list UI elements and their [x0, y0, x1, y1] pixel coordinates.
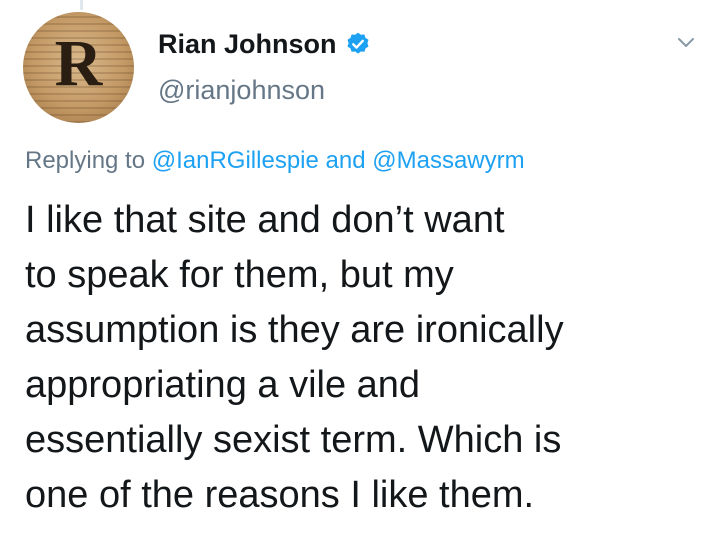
tweet-text-line: I like that site and don’t want: [25, 199, 505, 241]
avatar[interactable]: R: [23, 12, 134, 123]
chevron-down-icon[interactable]: [674, 30, 698, 54]
tweet-text-line: one of the reasons I like them.: [25, 474, 535, 516]
avatar-initial: R: [54, 27, 103, 100]
author-display-name[interactable]: Rian Johnson: [158, 29, 337, 60]
tweet-text-line: essentially sexist term. Which is: [25, 419, 562, 461]
mention-link-2[interactable]: @Massawyrm: [372, 147, 524, 174]
thread-connector-line: [80, 0, 83, 10]
reply-context: Replying to @IanRGillespie and @Massawyr…: [25, 147, 525, 175]
reply-prefix: Replying to: [25, 147, 146, 174]
author-name-row: Rian Johnson: [158, 26, 371, 62]
tweet-text-line: assumption is they are ironically: [25, 309, 564, 351]
tweet-text-line: to speak for them, but my: [25, 254, 454, 296]
mention-link-1[interactable]: @IanRGillespie: [152, 147, 319, 174]
tweet-text-line: appropriating a vile and: [25, 364, 421, 406]
tweet: R Rian Johnson @rianjohnson Replying to …: [0, 0, 720, 541]
tweet-text: I like that site and don’t want to speak…: [25, 193, 705, 523]
verified-badge-icon: [345, 31, 371, 57]
author-handle[interactable]: @rianjohnson: [158, 75, 325, 106]
reply-conjunction: and: [325, 147, 366, 174]
